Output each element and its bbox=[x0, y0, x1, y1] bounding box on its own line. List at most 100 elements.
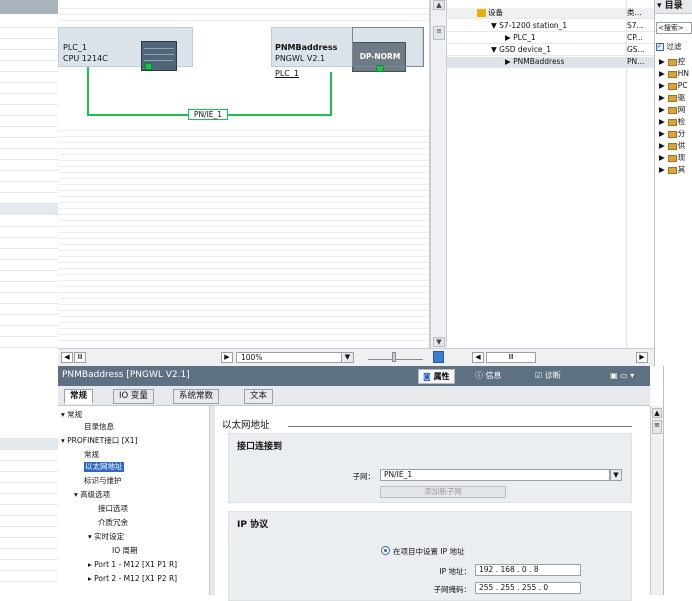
canvas-vertical-scrollbar[interactable]: ▲ ≡ ▼ bbox=[430, 0, 446, 348]
plc-type: CPU 1214C bbox=[63, 54, 108, 63]
device-header-icon bbox=[477, 9, 486, 17]
table-row[interactable]: ▼ GSD device_1 GS... bbox=[447, 45, 655, 56]
scroll-thumb[interactable]: ≡ bbox=[652, 420, 662, 434]
tab-general[interactable]: 常规 bbox=[64, 389, 94, 404]
scroll-h-thumb[interactable]: Ⅲ bbox=[486, 352, 536, 363]
scroll-up-icon[interactable]: ▲ bbox=[652, 408, 662, 418]
table-row[interactable]: ▶ PLC_1 CP... bbox=[447, 33, 655, 44]
catalog-item[interactable]: ▶ 控 bbox=[659, 57, 685, 68]
scroll-up-icon[interactable]: ▲ bbox=[433, 0, 445, 10]
col-device[interactable]: 设备 bbox=[488, 8, 503, 18]
tab-properties[interactable]: ◙ 属性 bbox=[418, 369, 455, 384]
scroll-right-icon[interactable]: ▶ bbox=[636, 352, 648, 363]
scroll-down-icon[interactable]: ▼ bbox=[433, 337, 445, 347]
dp-norm-label: DP-NORM bbox=[359, 52, 401, 61]
hardware-catalog-panel: ▾ 目录 <搜索> ✓ 过滤 ▶ 控 ▶ HN ▶ PC ▶ 驱 ▶ 网 ▶ 检 ▶ 分 ▶ 供… bbox=[654, 0, 692, 366]
pnmb-io-controller-link[interactable]: PLC_1 bbox=[275, 69, 299, 78]
set-ip-in-project-radio[interactable] bbox=[381, 546, 390, 555]
scroll-left-icon[interactable]: ◀ bbox=[472, 352, 484, 363]
pnmb-port-icon[interactable] bbox=[376, 65, 384, 72]
canvas-status-bar: ◀ Ⅲ ▶ 100% ▼ bbox=[58, 348, 446, 366]
row-type: GS... bbox=[627, 45, 645, 54]
zoom-slider-thumb[interactable] bbox=[392, 352, 396, 362]
catalog-item[interactable]: ▶ 驱 bbox=[659, 93, 685, 104]
catalog-header[interactable]: ▾ 目录 bbox=[655, 0, 692, 14]
tree-item[interactable]: ▾ 常规 bbox=[61, 410, 82, 420]
catalog-item[interactable]: ▶ 检 bbox=[659, 117, 685, 128]
zoom-dropdown-icon[interactable]: ▼ bbox=[341, 352, 354, 363]
set-ip-in-project-label[interactable]: 在项目中设置 IP 地址 bbox=[393, 546, 465, 557]
device-overview-table[interactable]: 设备 类... ▼ S7-1200 station_1 S7... ▶ PLC_… bbox=[446, 0, 655, 348]
details-panel bbox=[0, 366, 58, 595]
scroll-thumb[interactable]: ≡ bbox=[433, 26, 445, 40]
pnmb-name: PNMBaddress bbox=[275, 43, 338, 52]
catalog-item[interactable]: ▶ 其 bbox=[659, 165, 685, 176]
ip-protocol-section: IP 协议 在项目中设置 IP 地址 IP 地址： 192 . 168 . 0 … bbox=[228, 511, 632, 601]
catalog-item[interactable]: ▶ 供 bbox=[659, 141, 685, 152]
overview-nav-icon[interactable] bbox=[433, 351, 444, 363]
add-subnet-button[interactable]: 添加新子网 bbox=[380, 486, 506, 498]
device-table-header: 设备 类... bbox=[447, 8, 655, 19]
device-table-scrollbar[interactable]: ◀ Ⅲ ▶ bbox=[446, 348, 654, 366]
plc-device[interactable]: PLC_1 CPU 1214C bbox=[58, 27, 193, 71]
subnet-dropdown-icon[interactable]: ▼ bbox=[610, 469, 622, 481]
scroll-left-icon[interactable]: ◀ bbox=[61, 352, 73, 363]
tree-item[interactable]: ▾ 高级选项 bbox=[74, 490, 110, 500]
tree-item-selected[interactable]: 以太网地址 bbox=[84, 462, 124, 472]
table-row[interactable]: ▼ S7-1200 station_1 S7... bbox=[447, 21, 655, 32]
inspector-nav-tree[interactable]: ▾ 常规 目录信息 ▾ PROFINET接口 [X1] 常规 以太网地址 标识与… bbox=[58, 406, 210, 595]
catalog-item[interactable]: ▶ PC bbox=[659, 81, 688, 92]
tree-item[interactable]: 接口选项 bbox=[98, 504, 128, 514]
inspector-scrollbar[interactable]: ▲ ≡ bbox=[650, 406, 663, 595]
tree-item[interactable]: 介质冗余 bbox=[98, 518, 128, 528]
subnet-mask-input[interactable]: 255 . 255 . 255 . 0 bbox=[475, 582, 581, 594]
scroll-right-icon[interactable]: ▶ bbox=[221, 352, 233, 363]
catalog-item[interactable]: ▶ HN bbox=[659, 69, 689, 80]
row-expander[interactable]: ▼ GSD device_1 bbox=[491, 45, 551, 55]
plc-module-icon[interactable] bbox=[141, 41, 177, 71]
heading-divider bbox=[288, 426, 632, 427]
section-heading-ethernet: 以太网地址 bbox=[222, 420, 270, 431]
tree-item[interactable]: ▸ Port 1 - M12 [X1 P1 R] bbox=[88, 560, 177, 570]
plc-network-line[interactable] bbox=[87, 67, 89, 116]
catalog-filter-checkbox[interactable]: ✓ 过滤 bbox=[656, 42, 681, 53]
catalog-item[interactable]: ▶ 分 bbox=[659, 129, 685, 140]
table-row[interactable]: ▶ PNMBaddress PN... bbox=[447, 57, 655, 68]
inspector-title-bar: PNMBaddress [PNGWL V2.1] ◙ 属性 ⓘ 信息 ☑ 诊断 … bbox=[58, 366, 650, 386]
row-expander[interactable]: ▶ PNMBaddress bbox=[505, 57, 564, 67]
dp-norm-module-icon[interactable]: DP-NORM bbox=[352, 42, 406, 72]
ip-address-input[interactable]: 192 . 168 . 0 . 8 bbox=[475, 564, 581, 576]
col-type[interactable]: 类... bbox=[627, 8, 642, 18]
scroll-h-thumb[interactable]: Ⅲ bbox=[74, 352, 86, 363]
pnmb-network-line[interactable] bbox=[330, 72, 332, 116]
tab-io-tags[interactable]: IO 变量 bbox=[113, 389, 154, 404]
row-expander[interactable]: ▼ S7-1200 station_1 bbox=[491, 21, 567, 31]
tab-info[interactable]: ⓘ 信息 bbox=[471, 369, 506, 384]
network-view-canvas[interactable]: PLC_1 CPU 1214C PNMBaddress PNGWL V2.1 P… bbox=[58, 0, 430, 348]
row-type: CP... bbox=[627, 33, 643, 42]
project-tree-header bbox=[0, 0, 58, 14]
catalog-search-input[interactable]: <搜索> bbox=[656, 22, 692, 34]
tab-texts[interactable]: 文本 bbox=[244, 389, 274, 404]
catalog-item[interactable]: ▶ 现 bbox=[659, 153, 685, 164]
pnmb-device[interactable]: PNMBaddress PNGWL V2.1 PLC_1 DP-NORM bbox=[271, 27, 423, 78]
tree-item[interactable]: ▾ 实时设定 bbox=[88, 532, 124, 542]
ip-section-title: IP 协议 bbox=[237, 520, 269, 530]
subnet-select[interactable]: PN/IE_1 bbox=[380, 469, 610, 481]
tree-item[interactable]: ▸ Port 2 - M12 [X1 P2 R] bbox=[88, 574, 177, 584]
tree-item[interactable]: 标识与维护 bbox=[84, 476, 122, 486]
tree-item[interactable]: 目录信息 bbox=[84, 422, 114, 432]
window-controls-icon[interactable]: ▣ ▭ ▾ bbox=[606, 369, 638, 384]
tree-item[interactable]: IO 周期 bbox=[112, 546, 138, 556]
subnet-label[interactable]: PN/IE_1 bbox=[188, 109, 228, 120]
catalog-item[interactable]: ▶ 网 bbox=[659, 105, 685, 116]
row-expander[interactable]: ▶ PLC_1 bbox=[505, 33, 536, 43]
plc-port-icon[interactable] bbox=[145, 63, 152, 70]
interface-section-title: 接口连接到 bbox=[237, 442, 283, 452]
zoom-level-select[interactable]: 100% bbox=[236, 352, 354, 363]
tree-item[interactable]: 常规 bbox=[84, 450, 99, 460]
tree-item[interactable]: ▾ PROFINET接口 [X1] bbox=[61, 436, 137, 446]
tab-diagnostics[interactable]: ☑ 诊断 bbox=[531, 369, 565, 384]
tab-system-constants[interactable]: 系统常数 bbox=[173, 389, 220, 404]
pnmb-type: PNGWL V2.1 bbox=[275, 54, 326, 63]
